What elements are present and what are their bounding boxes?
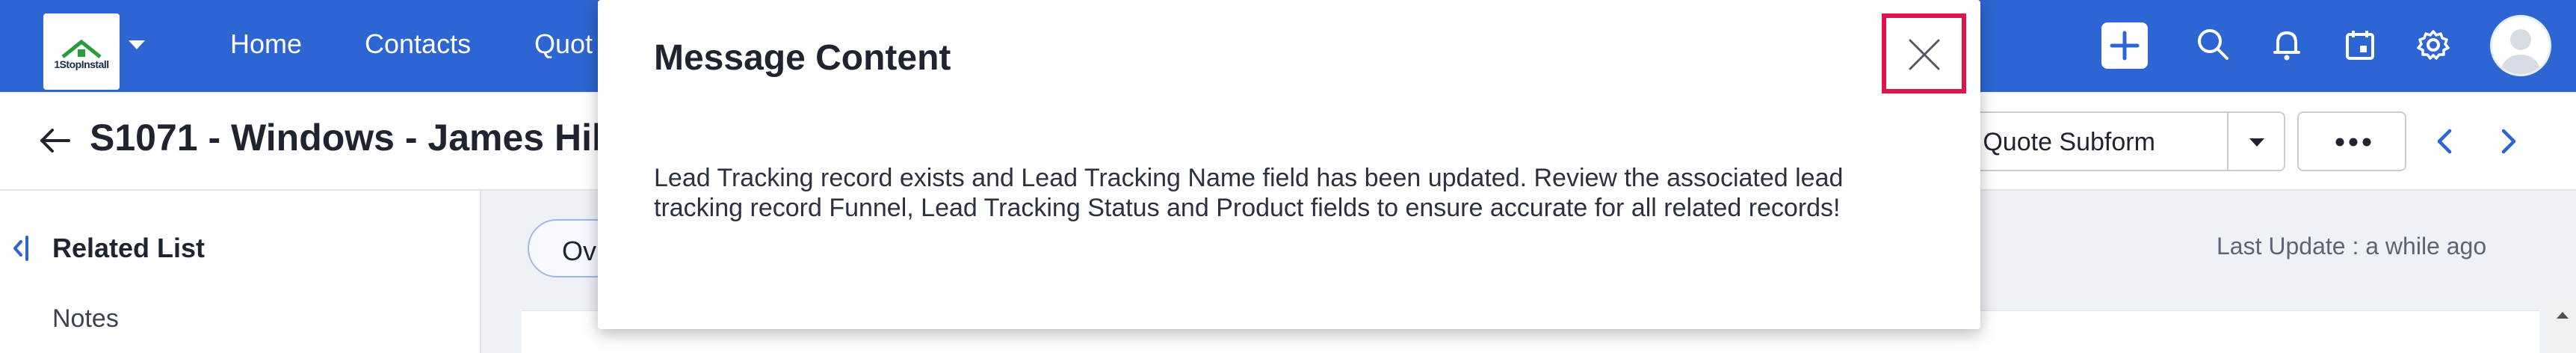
scroll-up-arrow-icon[interactable] [2557, 312, 2569, 319]
back-arrow-icon[interactable] [36, 122, 73, 159]
chevron-down-icon[interactable] [2249, 138, 2264, 147]
house-roof-icon [61, 39, 102, 58]
company-logo[interactable]: 1StopInstall [43, 13, 120, 90]
user-icon [2501, 29, 2540, 74]
last-update-text: Last Update : a while ago [2217, 233, 2487, 260]
nav-home[interactable]: Home [230, 28, 302, 60]
chevron-down-icon[interactable] [129, 40, 145, 49]
chevron-right-icon[interactable] [2493, 126, 2523, 156]
dialog-title: Message Content [654, 38, 951, 78]
chevron-left-icon[interactable] [2430, 126, 2460, 156]
related-list-item-notes[interactable]: Notes [52, 304, 119, 334]
close-button[interactable] [1882, 13, 1966, 93]
bell-icon[interactable] [2264, 22, 2309, 67]
search-icon[interactable] [2191, 22, 2236, 67]
plus-icon [2110, 31, 2140, 61]
vertical-scrollbar[interactable] [2548, 303, 2576, 353]
calendar-icon[interactable] [2338, 22, 2382, 67]
logo-text: 1StopInstall [54, 58, 109, 70]
collapse-panel-icon[interactable] [10, 234, 33, 263]
create-button[interactable] [2101, 22, 2148, 69]
dialog-message: Lead Tracking record exists and Lead Tra… [654, 164, 1844, 222]
related-list-title: Related List [52, 233, 206, 263]
more-dots-icon [2335, 138, 2371, 147]
record-title: S1071 - Windows - James Hib [90, 117, 615, 159]
nav-quotes[interactable]: Quot [534, 28, 593, 60]
message-content-dialog: Message Content Lead Tracking record exi… [598, 0, 1980, 329]
more-actions-button[interactable] [2297, 111, 2406, 171]
tab-overview-label: Ov [562, 236, 597, 266]
user-avatar[interactable] [2490, 15, 2551, 76]
related-list-panel: Related List Notes [0, 191, 481, 353]
nav-contacts[interactable]: Contacts [365, 28, 471, 60]
button-divider [2227, 113, 2228, 170]
gear-icon[interactable] [2411, 22, 2456, 67]
copy-quote-subform-button[interactable]: py Quote Subform [1936, 111, 2285, 171]
close-icon [1909, 39, 1940, 70]
